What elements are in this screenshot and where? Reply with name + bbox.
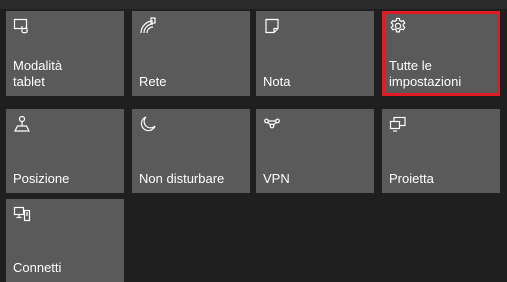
project-icon	[389, 115, 407, 133]
tablet-mode-icon	[13, 17, 31, 35]
tile-tablet-mode[interactable]: Modalità tablet	[6, 11, 124, 96]
tile-label: Connetti	[13, 260, 62, 275]
tile-connect[interactable]: Connetti	[6, 199, 124, 282]
tile-network[interactable]: Rete	[132, 11, 250, 96]
tile-label: Nota	[263, 74, 291, 89]
location-icon	[13, 115, 31, 133]
tile-note[interactable]: Nota	[256, 11, 374, 96]
tile-label: Tutte le impostazioni	[389, 58, 462, 89]
network-icon	[139, 17, 157, 35]
tile-all-settings[interactable]: Tutte le impostazioni	[382, 11, 500, 96]
tile-label: Proietta	[389, 171, 434, 186]
tile-label: Non disturbare	[139, 171, 225, 186]
note-icon	[263, 17, 281, 35]
vpn-icon	[263, 115, 281, 133]
connect-icon	[13, 205, 31, 223]
tile-do-not-disturb[interactable]: Non disturbare	[132, 109, 250, 193]
tile-vpn[interactable]: VPN	[256, 109, 374, 193]
moon-icon	[139, 115, 157, 133]
tile-label: VPN	[263, 171, 290, 186]
tile-location[interactable]: Posizione	[6, 109, 124, 193]
gear-icon	[389, 17, 407, 35]
tile-label: Modalità tablet	[13, 58, 63, 89]
tile-project[interactable]: Proietta	[382, 109, 500, 193]
tile-label: Posizione	[13, 171, 70, 186]
top-divider	[0, 0, 507, 9]
tile-label: Rete	[139, 74, 167, 89]
action-center-quick-actions: Modalità tablet Rete Nota Tutte le impos…	[0, 0, 507, 282]
